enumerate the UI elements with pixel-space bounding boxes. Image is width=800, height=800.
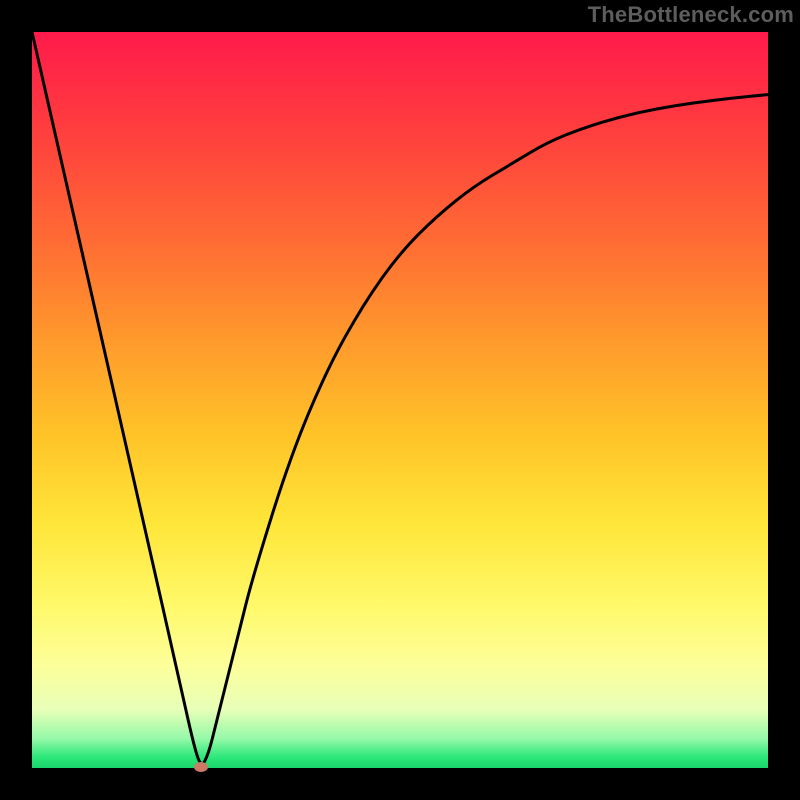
bottleneck-curve xyxy=(32,32,768,768)
watermark-text: TheBottleneck.com xyxy=(588,2,794,28)
optimum-point-marker xyxy=(194,762,208,772)
chart-plot-area xyxy=(32,32,768,768)
